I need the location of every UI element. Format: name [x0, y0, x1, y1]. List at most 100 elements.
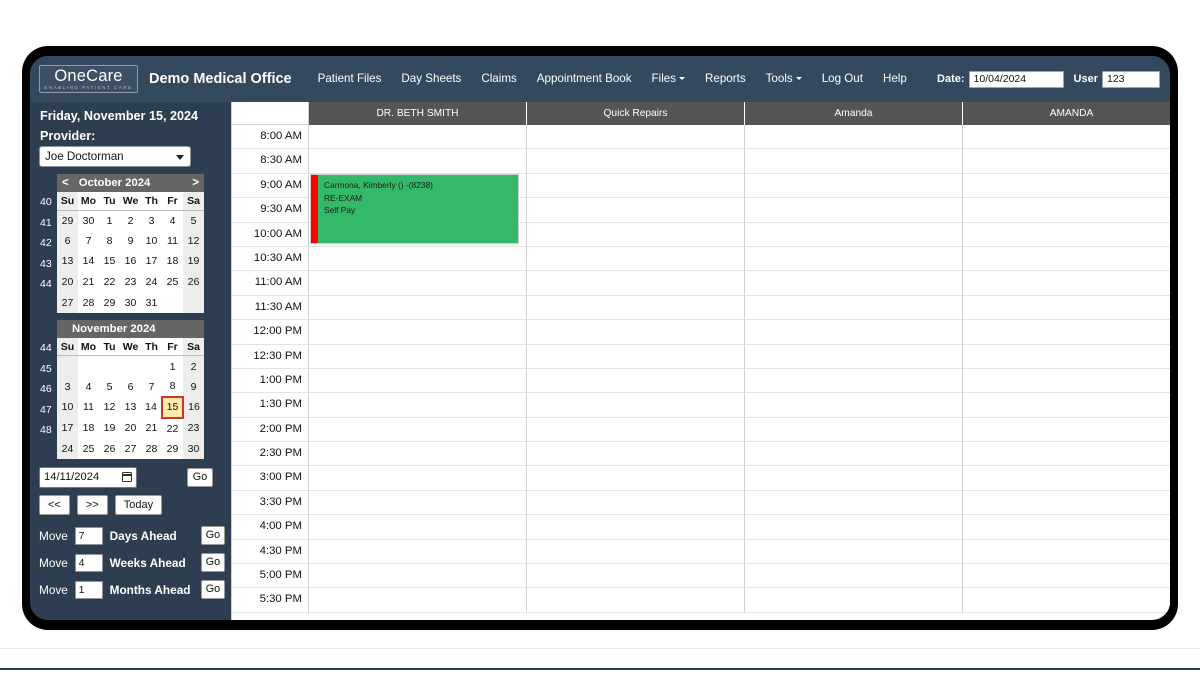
appointment-slot[interactable] [745, 539, 963, 565]
move-go-button[interactable]: Go [200, 553, 225, 573]
appointment-slot[interactable] [963, 271, 1170, 296]
appointment-slot[interactable] [963, 295, 1170, 321]
calendar-day[interactable]: 25 [78, 438, 99, 459]
appointment-slot[interactable] [527, 393, 745, 418]
calendar-day[interactable]: 29 [162, 438, 183, 459]
calendar-day[interactable]: 5 [99, 377, 120, 398]
appointment-slot[interactable] [745, 588, 963, 613]
appointment-slot[interactable] [963, 490, 1170, 516]
calendar-day[interactable]: 17 [141, 251, 162, 272]
appointment-slot[interactable] [527, 588, 745, 613]
appointment-slot[interactable] [745, 490, 963, 516]
appointment-slot[interactable] [527, 417, 745, 443]
calendar-day[interactable]: 27 [120, 438, 141, 459]
calendar-day[interactable]: 30 [78, 210, 99, 231]
calendar-day[interactable]: 31 [141, 292, 162, 313]
calendar-day[interactable]: 1 [162, 356, 183, 377]
calendar-day[interactable]: 30 [183, 438, 204, 459]
calendar-day[interactable]: 28 [141, 438, 162, 459]
appointment-slot[interactable] [309, 417, 527, 443]
calendar-day[interactable]: 19 [99, 418, 120, 439]
nav-item-day-sheets[interactable]: Day Sheets [391, 56, 471, 102]
appointment-slot[interactable] [745, 246, 963, 272]
nav-item-reports[interactable]: Reports [695, 56, 756, 102]
calendar-day[interactable]: 17 [57, 417, 78, 439]
calendar-day[interactable]: 28 [78, 292, 99, 313]
appointment-block[interactable]: Carmona, Kimberly () -(8238) RE-EXAM Self … [310, 174, 519, 244]
calendar-day[interactable]: 9 [120, 231, 141, 252]
appointment-slot[interactable] [745, 442, 963, 467]
appointment-slot[interactable] [309, 125, 527, 150]
appointment-slot[interactable] [527, 490, 745, 516]
calendar-day[interactable]: 30 [120, 292, 141, 313]
calendar-day[interactable]: 25 [162, 272, 183, 293]
appointment-slot[interactable] [527, 564, 745, 589]
appointment-slot[interactable] [963, 344, 1170, 369]
appointment-slot[interactable] [963, 417, 1170, 443]
go-button[interactable]: Go [187, 467, 213, 487]
appointment-slot[interactable] [963, 393, 1170, 418]
appointment-slot[interactable] [309, 368, 527, 394]
calendar-day[interactable]: 29 [99, 292, 120, 313]
appointment-slot[interactable] [963, 222, 1170, 247]
appointment-slot[interactable] [963, 368, 1170, 394]
calendar-day[interactable]: 18 [78, 418, 99, 439]
appointment-slot[interactable] [963, 588, 1170, 613]
appointment-slot[interactable] [745, 173, 963, 199]
calendar-day[interactable]: 12 [99, 397, 120, 418]
calendar-day[interactable]: 12 [183, 230, 204, 252]
appointment-slot[interactable] [309, 393, 527, 418]
appointment-slot[interactable] [527, 125, 745, 150]
nav-item-files[interactable]: Files [642, 56, 695, 102]
nav-item-appointment-book[interactable]: Appointment Book [527, 56, 642, 102]
appointment-slot[interactable] [963, 125, 1170, 150]
calendar-day[interactable]: 8 [99, 231, 120, 252]
calendar-day[interactable]: 20 [57, 271, 78, 293]
appointment-slot[interactable] [745, 149, 963, 174]
appointment-slot[interactable] [309, 344, 527, 369]
calendar-day[interactable]: 18 [162, 251, 183, 272]
appointment-slot[interactable] [309, 271, 527, 296]
appointment-slot[interactable] [309, 442, 527, 467]
nav-item-help[interactable]: Help [873, 56, 917, 102]
calendar-day[interactable]: 21 [141, 418, 162, 439]
appointment-slot[interactable] [745, 393, 963, 418]
appointment-slot[interactable] [527, 320, 745, 345]
nav-item-log-out[interactable]: Log Out [812, 56, 873, 102]
calendar-day[interactable]: 13 [120, 397, 141, 418]
calendar-day[interactable]: 24 [57, 438, 78, 459]
appointment-slot[interactable] [963, 149, 1170, 174]
appointment-slot[interactable] [963, 173, 1170, 199]
grid-column-header[interactable]: Quick Repairs [527, 102, 745, 125]
appointment-slot[interactable] [963, 466, 1170, 491]
appointment-slot[interactable] [745, 466, 963, 491]
calendar-day[interactable]: 14 [78, 251, 99, 272]
appointment-slot[interactable] [527, 442, 745, 467]
appointment-slot[interactable] [963, 442, 1170, 467]
appointment-slot[interactable] [527, 173, 745, 199]
calendar-day[interactable]: 5 [183, 210, 204, 231]
appointment-slot[interactable] [309, 320, 527, 345]
calendar-day[interactable]: 14 [141, 397, 162, 418]
nav-item-tools[interactable]: Tools [756, 56, 812, 102]
appointment-slot[interactable] [745, 125, 963, 150]
calendar-day[interactable]: 21 [78, 272, 99, 293]
appointment-slot[interactable] [309, 490, 527, 516]
appointment-slot[interactable] [527, 344, 745, 369]
grid-column-header[interactable]: DR. BETH SMITH [309, 102, 527, 125]
appointment-slot[interactable] [527, 368, 745, 394]
appointment-slot[interactable] [745, 368, 963, 394]
appointment-slot[interactable] [745, 417, 963, 443]
calendar-day[interactable]: 7 [78, 231, 99, 252]
appointment-slot[interactable] [309, 588, 527, 613]
calendar-day[interactable]: 16 [183, 397, 204, 418]
appointment-slot[interactable] [745, 515, 963, 540]
calendar-day-selected[interactable]: 15 [161, 396, 184, 419]
appointment-slot[interactable] [745, 320, 963, 345]
next-button[interactable]: >> [76, 494, 108, 515]
calendar-day[interactable]: 15 [99, 251, 120, 272]
calendar-day[interactable]: 20 [120, 418, 141, 439]
appointment-slot[interactable] [309, 466, 527, 491]
calendar-prev-arrow[interactable]: < [62, 177, 69, 189]
appointment-slot[interactable] [309, 564, 527, 589]
